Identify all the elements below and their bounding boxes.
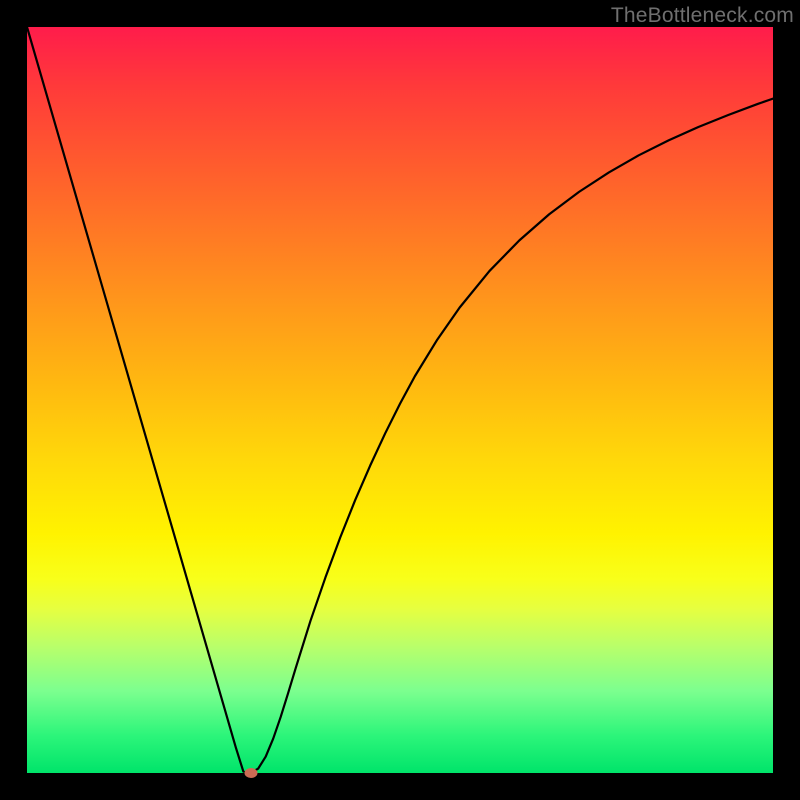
watermark-text: TheBottleneck.com	[611, 4, 794, 28]
bottleneck-curve	[27, 27, 773, 773]
optimum-marker	[244, 768, 257, 778]
chart-frame: TheBottleneck.com	[0, 0, 800, 800]
plot-area	[27, 27, 773, 773]
